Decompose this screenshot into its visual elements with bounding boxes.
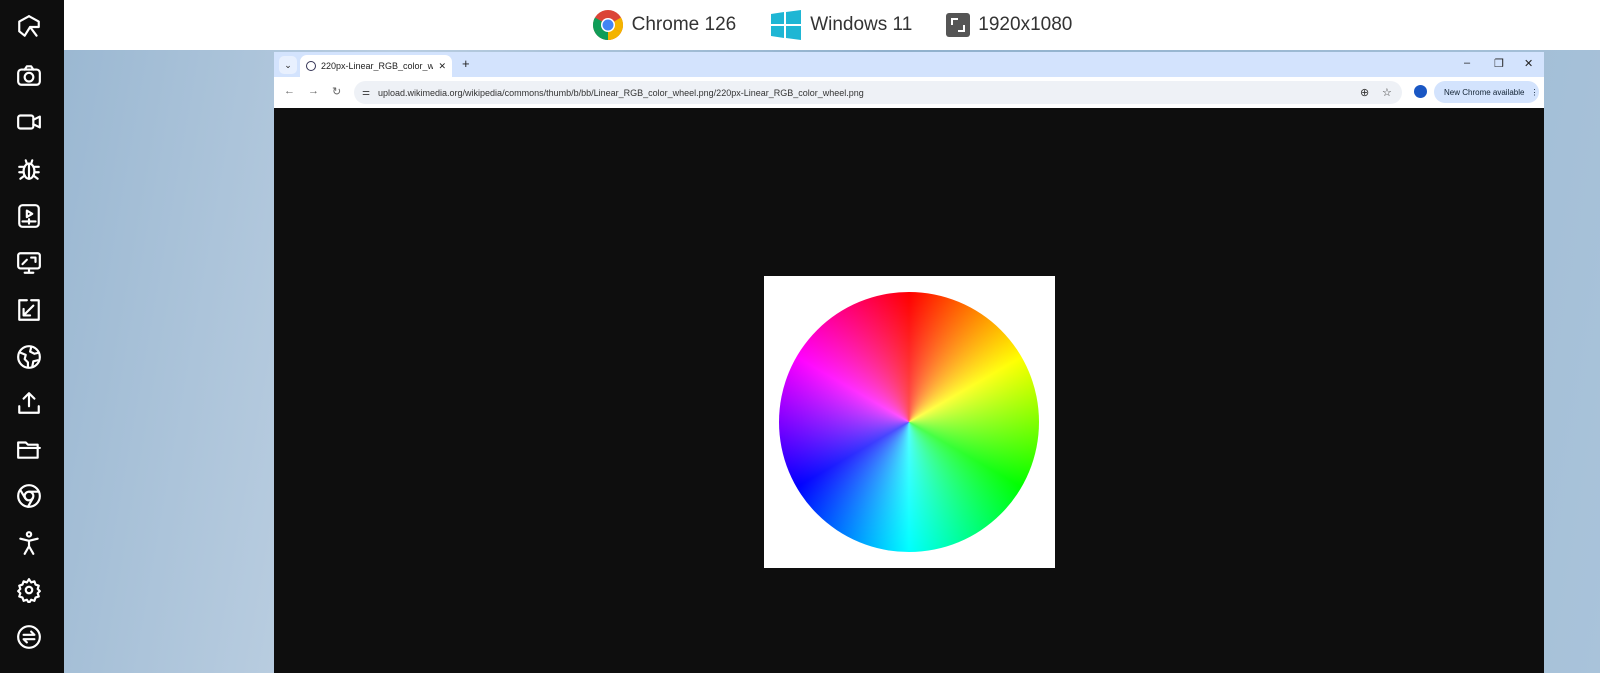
browser-toolbar: ← → ↻ ⚌ upload.wikimedia.org/wikipedia/c… (274, 77, 1544, 108)
screen-resolution: 1920x1080 (978, 14, 1073, 35)
upload-icon[interactable] (14, 388, 44, 418)
color-wheel-image (779, 292, 1039, 552)
browser-version: Chrome 126 (631, 14, 737, 35)
folder-icon[interactable] (14, 434, 44, 464)
bookmark-star-icon[interactable]: ☆ (1382, 86, 1392, 99)
resolution-icon (946, 13, 971, 37)
camera-icon[interactable] (14, 60, 44, 90)
profile-avatar[interactable] (1414, 85, 1427, 98)
chrome-icon[interactable] (14, 481, 44, 511)
screen-resize-icon[interactable] (14, 248, 44, 278)
url-text: upload.wikimedia.org/wikipedia/commons/t… (378, 87, 864, 98)
tab-search-button[interactable]: ⌄ (279, 56, 297, 74)
tab-strip: ⌄ 220px-Linear_RGB_color_wheel.png ✕ + –… (274, 52, 1544, 77)
arrow-diagonal-icon[interactable] (14, 295, 44, 325)
displayed-image (764, 276, 1055, 568)
media-player-icon[interactable] (14, 201, 44, 231)
tab-active[interactable]: 220px-Linear_RGB_color_wheel.png ✕ (300, 55, 452, 77)
zoom-icon[interactable]: ⊕ (1360, 86, 1369, 99)
browser-window: ⌄ 220px-Linear_RGB_color_wheel.png ✕ + –… (274, 52, 1544, 673)
globe-icon[interactable] (14, 342, 44, 372)
sidebar (0, 0, 64, 673)
new-chrome-available-button[interactable]: New Chrome available ⋮ (1434, 81, 1539, 103)
site-info-icon[interactable]: ⚌ (362, 87, 370, 98)
switch-icon[interactable] (14, 622, 44, 652)
tab-title: 220px-Linear_RGB_color_wheel.png (321, 61, 434, 71)
restore-button[interactable]: ❐ (1494, 57, 1504, 70)
logo-icon[interactable] (14, 12, 44, 42)
close-tab-icon[interactable]: ✕ (438, 61, 446, 72)
menu-icon[interactable]: ⋮ (1530, 88, 1538, 97)
new-tab-button[interactable]: + (462, 56, 470, 71)
session-info-bar: Chrome 126 Windows 11 1920x1080 (64, 0, 1600, 50)
windows-logo-icon (771, 10, 802, 40)
gear-icon[interactable] (14, 575, 44, 605)
bug-icon[interactable] (14, 154, 44, 184)
os-version: Windows 11 (810, 14, 913, 35)
back-button[interactable]: ← (284, 85, 295, 97)
minimize-button[interactable]: – (1464, 57, 1470, 69)
reload-button[interactable]: ↻ (332, 85, 341, 98)
forward-button[interactable]: → (308, 85, 319, 97)
wikimedia-favicon-icon (306, 61, 316, 71)
video-icon[interactable] (14, 107, 44, 137)
accessibility-icon[interactable] (14, 528, 44, 558)
address-bar[interactable]: ⚌ upload.wikimedia.org/wikipedia/commons… (354, 81, 1402, 104)
chrome-logo-icon (592, 10, 623, 41)
close-window-button[interactable]: ✕ (1524, 57, 1533, 70)
new-chrome-label: New Chrome available (1444, 87, 1525, 97)
